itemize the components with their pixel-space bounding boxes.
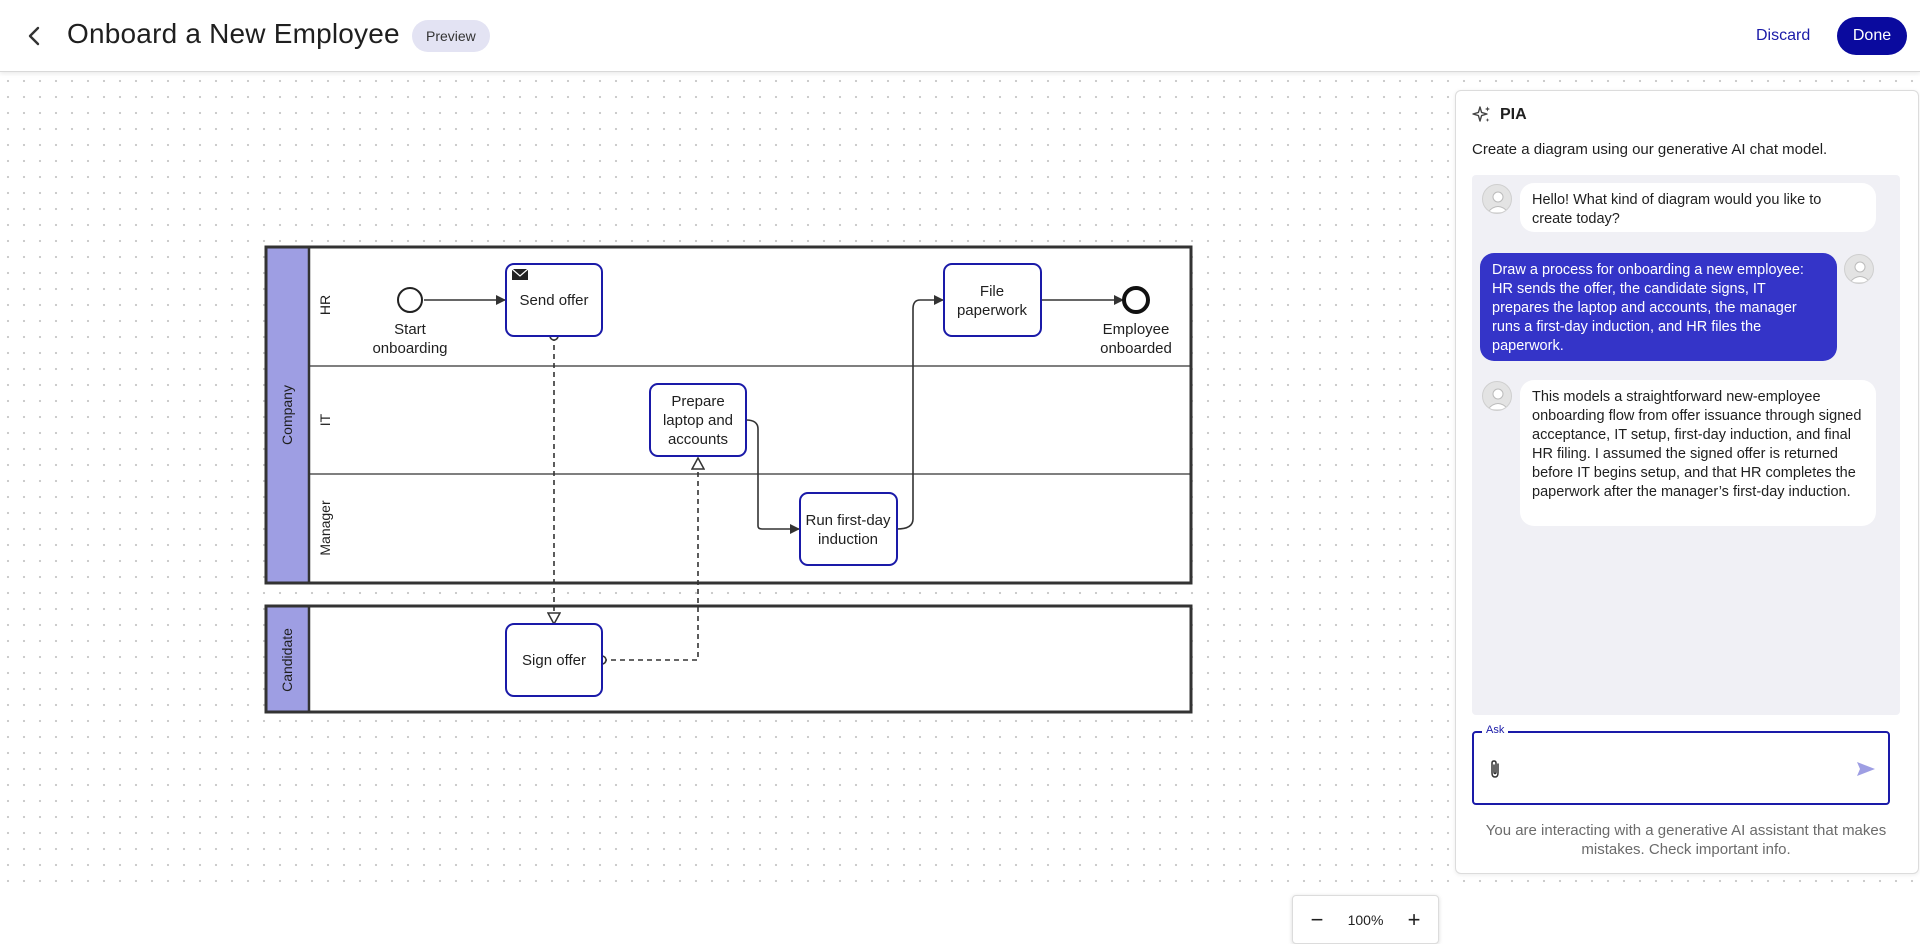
task-induction-line2: induction [818, 531, 878, 548]
task-induction-line1: Run first-day [805, 512, 891, 529]
pool-label-company: Company [279, 385, 295, 445]
task-sign-offer-label: Sign offer [522, 652, 586, 669]
ask-input[interactable]: Ask [1472, 724, 1890, 805]
ask-input-label: Ask [1482, 724, 1509, 736]
task-send-offer[interactable]: Send offer [505, 263, 603, 337]
assistant-avatar [1482, 381, 1512, 411]
attachment-button[interactable] [1488, 759, 1502, 784]
zoom-control: − 100% + [1292, 895, 1439, 944]
task-file-paperwork[interactable]: File paperwork [943, 263, 1042, 337]
envelope-icon [511, 268, 529, 280]
assistant-avatar [1482, 184, 1512, 214]
user-silhouette-icon [1487, 388, 1509, 410]
end-event-label-line1: Employee [1103, 321, 1170, 338]
sparkle-icon [1472, 106, 1490, 122]
task-prepare-line1: Prepare [671, 393, 724, 410]
ai-disclaimer: You are interacting with a generative AI… [1485, 822, 1887, 858]
assistant-name: PIA [1500, 106, 1527, 123]
task-send-offer-label: Send offer [520, 292, 589, 309]
task-prepare-line3: accounts [668, 431, 728, 448]
user-silhouette-icon [1849, 261, 1871, 283]
pool-candidate[interactable]: Candidate [264, 604, 1193, 714]
assistant-panel: PIA Create a diagram using our generativ… [1455, 90, 1919, 874]
chat-message-assistant: This models a straightforward new-employ… [1520, 380, 1876, 526]
chat-history[interactable]: Hello! What kind of diagram would you li… [1472, 175, 1900, 715]
task-sign-offer[interactable]: Sign offer [505, 623, 603, 697]
paperclip-icon [1491, 760, 1499, 778]
task-prepare-line2: laptop and [663, 412, 733, 429]
user-silhouette-icon [1487, 191, 1509, 213]
discard-button[interactable]: Discard [1744, 20, 1822, 52]
done-button[interactable]: Done [1837, 17, 1907, 55]
start-event-label-line1: Start [394, 321, 427, 338]
user-avatar [1844, 254, 1874, 284]
lane-label-hr: HR [317, 295, 333, 315]
send-button[interactable] [1856, 761, 1876, 782]
chat-message-assistant: Hello! What kind of diagram would you li… [1520, 183, 1876, 232]
preview-badge: Preview [412, 20, 490, 52]
chat-message-user: Draw a process for onboarding a new empl… [1480, 253, 1837, 361]
send-icon [1857, 762, 1875, 776]
start-event-label-line2: onboarding [372, 340, 447, 357]
page-title: Onboard a New Employee [67, 18, 400, 49]
back-button[interactable] [20, 20, 48, 52]
zoom-level: 100% [1347, 911, 1384, 928]
zoom-out-button[interactable]: − [1307, 908, 1327, 930]
lane-label-it: IT [317, 413, 333, 426]
assistant-header: PIA [1472, 105, 1527, 125]
task-file-paperwork-line2: paperwork [957, 302, 1028, 319]
lane-label-manager: Manager [317, 500, 333, 556]
task-run-induction[interactable]: Run first-day induction [799, 492, 898, 566]
top-bar: Onboard a New Employee Preview Discard D… [0, 0, 1920, 72]
bpmn-diagram: Company HR IT Manager Candidate Start on… [264, 245, 1193, 714]
end-event-label-line2: onboarded [1100, 340, 1172, 357]
chevron-left-icon [28, 26, 40, 46]
task-prepare-laptop[interactable]: Prepare laptop and accounts [649, 383, 747, 457]
zoom-in-button[interactable]: + [1404, 908, 1424, 930]
task-file-paperwork-line1: File [980, 283, 1004, 300]
pool-label-candidate: Candidate [279, 628, 295, 692]
assistant-subtitle: Create a diagram using our generative AI… [1472, 141, 1828, 158]
